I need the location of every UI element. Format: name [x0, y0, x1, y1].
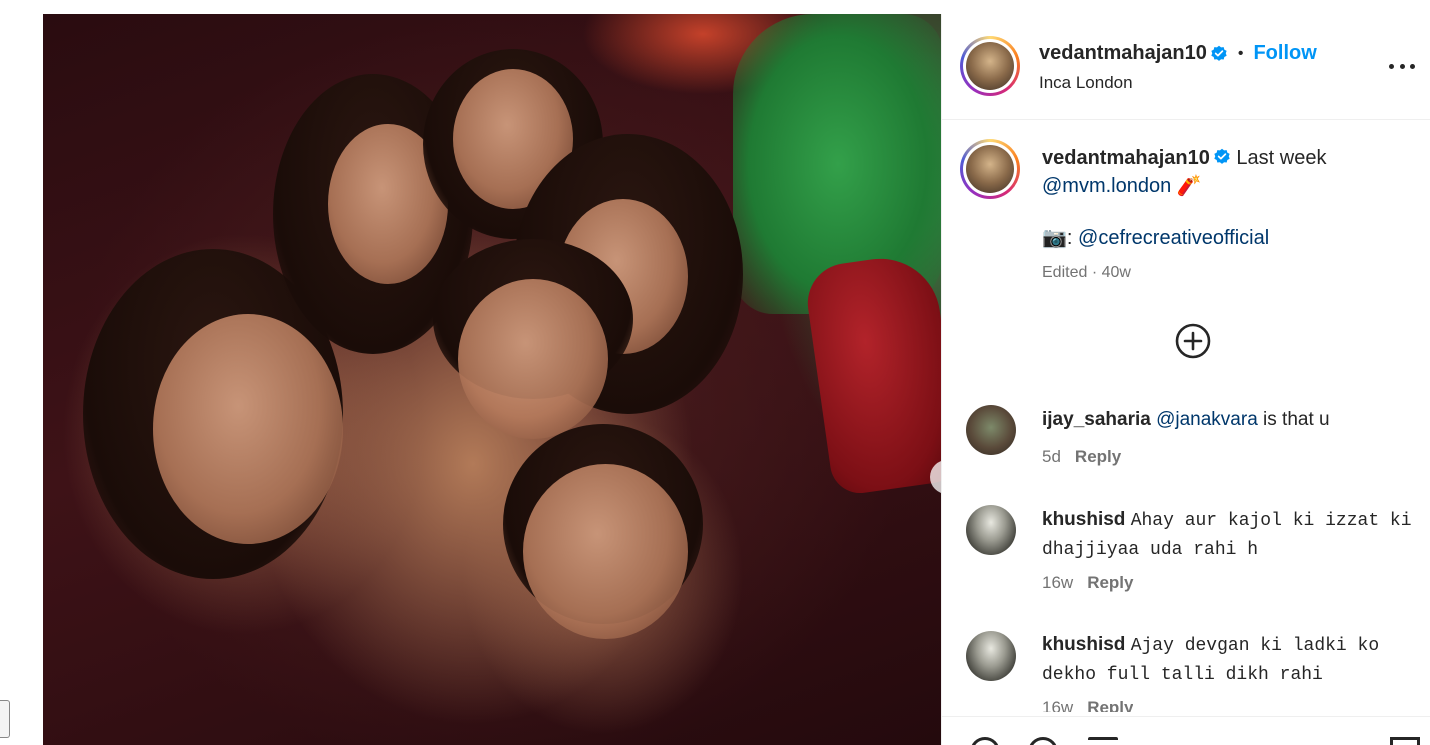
comment-item: khushisd Ajay devgan ki ladki ko dekho f…: [1042, 631, 1412, 689]
reply-button[interactable]: Reply: [1075, 447, 1121, 466]
caption-colon: :: [1066, 227, 1073, 249]
comment-item: ijay_saharia @janakvara is that u: [1042, 406, 1412, 434]
add-circle-icon[interactable]: [1175, 323, 1211, 359]
comment-username[interactable]: khushisd: [1042, 509, 1125, 530]
caption-line-3: 📷: @cefrecreativeofficial: [1042, 224, 1412, 252]
more-options-icon[interactable]: [1389, 56, 1415, 76]
post-header: vedantmahajan10 • Follow Inca London: [942, 14, 1430, 120]
bookmark-icon[interactable]: [1390, 737, 1420, 745]
heart-icon[interactable]: [970, 737, 1000, 745]
caption-author-avatar[interactable]: [960, 139, 1020, 199]
photo-red-bag: [802, 251, 941, 497]
comment-avatar[interactable]: [966, 631, 1016, 681]
photo-face-shape: [153, 314, 343, 544]
camera-emoji: 📷: [1042, 227, 1067, 249]
separator-dot: •: [1237, 44, 1244, 62]
photo-face-shape: [523, 464, 688, 639]
post-action-bar: [942, 716, 1430, 745]
comment-item: khushisd Ahay aur kajol ki izzat ki dhaj…: [1042, 506, 1412, 564]
post-location[interactable]: Inca London: [1039, 73, 1133, 93]
comment-time: 16w: [1042, 698, 1074, 712]
caption-credit-link[interactable]: @cefrecreativeofficial: [1078, 227, 1269, 249]
caption-meta: Edited · 40w: [1042, 264, 1131, 281]
window-edge-icon: [0, 700, 10, 738]
post-photo[interactable]: [43, 14, 941, 745]
verified-badge-icon: [1211, 45, 1227, 61]
comment-username[interactable]: khushisd: [1042, 634, 1125, 655]
comment-mention-link[interactable]: @janakvara: [1156, 409, 1258, 430]
comment-time: 5d: [1042, 447, 1061, 466]
comment-meta: 16w Reply: [1042, 573, 1133, 593]
comment-avatar[interactable]: [966, 405, 1016, 455]
post-caption: vedantmahajan10 Last week @mvm.london 🧨 …: [1042, 144, 1412, 252]
firecracker-emoji: 🧨: [1176, 175, 1202, 197]
caption-mention-link[interactable]: @mvm.london: [1042, 175, 1171, 197]
author-line: vedantmahajan10 • Follow: [1039, 42, 1317, 65]
share-icon[interactable]: [1088, 737, 1118, 745]
reply-button[interactable]: Reply: [1087, 573, 1133, 592]
caption-username[interactable]: vedantmahajan10: [1042, 147, 1210, 169]
instagram-post-view: { "post": { "author": { "username": "ved…: [0, 0, 1430, 745]
comment-meta: 5d Reply: [1042, 447, 1121, 467]
comment-text: is that u: [1257, 409, 1330, 430]
comment-icon[interactable]: [1028, 737, 1058, 745]
caption-line-2: @mvm.london 🧨: [1042, 172, 1412, 200]
comment-meta: 16w Reply: [1042, 698, 1133, 712]
post-side-panel: vedantmahajan10 • Follow Inca London ved…: [941, 14, 1430, 745]
comment-time: 16w: [1042, 573, 1074, 592]
caption-text: Last week: [1236, 147, 1327, 169]
comment-username[interactable]: ijay_saharia: [1042, 409, 1151, 430]
reply-button[interactable]: Reply: [1087, 698, 1133, 712]
author-username[interactable]: vedantmahajan10: [1039, 42, 1207, 65]
caption-line-1: vedantmahajan10 Last week: [1042, 144, 1412, 172]
comment-avatar[interactable]: [966, 505, 1016, 555]
follow-button[interactable]: Follow: [1253, 42, 1316, 65]
photo-face-shape: [458, 279, 608, 439]
author-avatar[interactable]: [960, 36, 1020, 96]
verified-badge-icon: [1214, 148, 1230, 164]
